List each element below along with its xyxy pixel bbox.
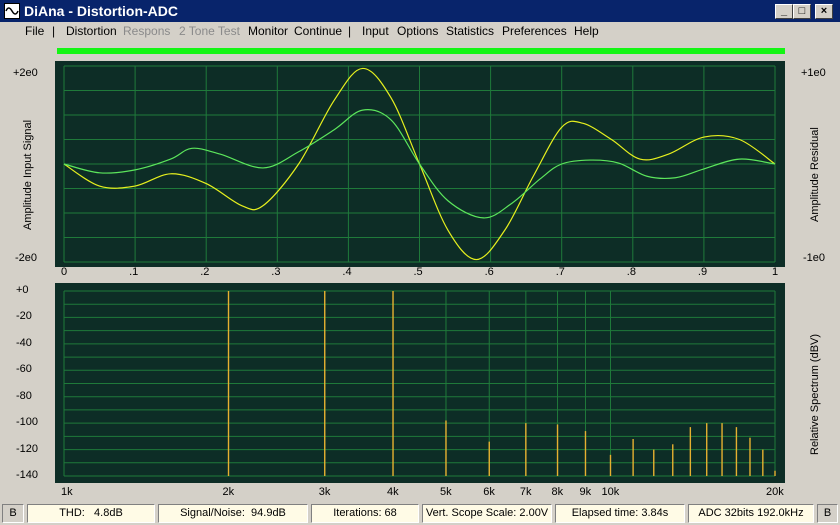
spectrum-y-tick-label: -40	[16, 336, 32, 349]
menu-help[interactable]: Help	[574, 24, 599, 38]
thd-label: THD:	[59, 507, 85, 519]
spectrum-x-tick-label: 8k	[551, 486, 564, 498]
menu-continue[interactable]: Continue	[294, 24, 342, 38]
menu-monitor[interactable]: Monitor	[248, 24, 288, 38]
scope-x-tick-label: .3	[271, 266, 281, 278]
title-bar[interactable]: DiAna - Distortion-ADC _ □ ×	[0, 0, 840, 22]
minimize-button[interactable]: _	[775, 4, 793, 19]
menu-file[interactable]: File	[25, 24, 44, 38]
scope-x-tick-label: 0	[61, 266, 68, 278]
spectrum-x-tick-label: 4k	[387, 486, 399, 498]
spectrum-y-tick-label: -20	[16, 310, 32, 323]
scope-right-top-label: +1e0	[801, 67, 826, 79]
spectrum-y-tick-label: -120	[16, 442, 39, 455]
scope-x-tick-label: .1	[129, 266, 139, 278]
scope-right-bottom-label: -1e0	[803, 252, 826, 264]
snr-label: Signal/Noise:	[180, 507, 245, 519]
spectrum-y-tick-label: -80	[16, 389, 32, 402]
spectrum-x-tick-label: 10k	[601, 486, 620, 498]
scope-left-top-label: +2e0	[13, 67, 38, 79]
menu-separator: |	[348, 24, 352, 38]
scope-x-tick-label: .2	[200, 266, 210, 278]
scope-x-tick-label: .8	[626, 266, 636, 278]
scope-x-tick-label: .7	[555, 266, 565, 278]
scope-right-axis-title: Amplitude Residual	[809, 127, 821, 222]
menu-distortion[interactable]: Distortion	[66, 24, 117, 38]
menu-input[interactable]: Input	[362, 24, 389, 38]
spectrum-x-tick-label: 3k	[318, 486, 331, 498]
menu-separator: |	[52, 24, 56, 38]
spectrum-x-tick-label: 2k	[222, 486, 235, 498]
level-bar	[57, 48, 785, 54]
spectrum-x-tick-label: 5k	[439, 486, 452, 498]
spectrum-x-tick-label: 1k	[61, 486, 73, 498]
close-button[interactable]: ×	[815, 4, 833, 19]
status-scope-scale: Vert. Scope Scale: 2.00V	[422, 504, 552, 523]
scope-plot	[55, 61, 785, 267]
menu-options[interactable]: Options	[397, 24, 438, 38]
window-title: DiAna - Distortion-ADC	[24, 3, 178, 19]
spectrum-y-tick-label: -100	[16, 416, 39, 429]
scope-x-tick-label: .9	[697, 266, 708, 278]
status-b-left[interactable]: B	[2, 504, 24, 523]
spectrum-x-tick-label: 9k	[579, 486, 592, 498]
maximize-button[interactable]: □	[793, 4, 811, 19]
spectrum-plot	[55, 283, 785, 483]
status-thd: THD: 4.8dB	[27, 504, 155, 523]
status-elapsed-time: Elapsed time: 3.84s	[555, 504, 685, 523]
menu-statistics[interactable]: Statistics	[446, 24, 494, 38]
scope-x-tick-label: .5	[413, 266, 423, 278]
status-b-right[interactable]: B	[817, 504, 838, 523]
scope-left-bottom-label: -2e0	[15, 252, 38, 264]
app-icon	[4, 3, 20, 19]
spectrum-y-tick-label: -140	[16, 469, 39, 481]
status-iterations: Iterations: 68	[311, 504, 419, 523]
spectrum-x-tick-label: 6k	[483, 486, 495, 498]
scope-x-tick-label: 1	[772, 266, 779, 278]
spectrum-y-tick-label: -60	[16, 363, 32, 376]
menu-2-tone-test[interactable]: 2 Tone Test	[179, 24, 240, 38]
menu-respons[interactable]: Respons	[123, 24, 170, 38]
status-snr: Signal/Noise: 94.9dB	[158, 504, 308, 523]
menu-preferences[interactable]: Preferences	[502, 24, 567, 38]
spectrum-x-tick-label: 20k	[766, 486, 784, 498]
spectrum-x-tick-label: 7k	[519, 486, 532, 498]
scope-x-tick-label: .6	[484, 266, 494, 278]
thd-value: 4.8dB	[94, 507, 123, 519]
scope-left-axis-title: Amplitude Input Signal	[22, 119, 34, 230]
scope-x-tick-label: .4	[342, 266, 352, 278]
status-adc: ADC 32bits 192.0kHz	[688, 504, 814, 523]
spectrum-axis-title: Relative Spectrum (dBV)	[809, 333, 821, 455]
snr-value: 94.9dB	[251, 507, 286, 519]
spectrum-y-tick-label: +0	[16, 284, 29, 296]
